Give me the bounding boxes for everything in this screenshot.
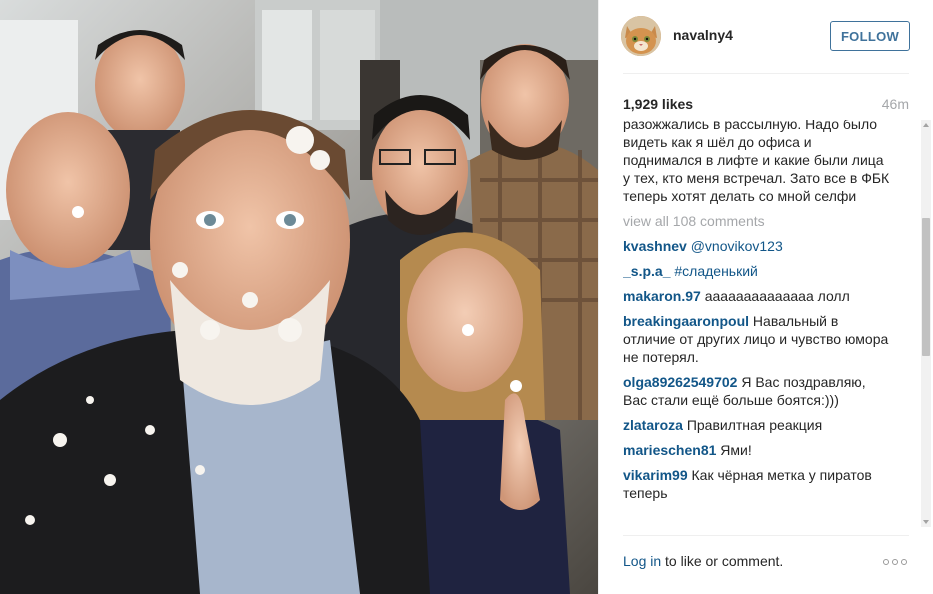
comment-item: makaron.97 аааааааааааааа лолл — [623, 287, 893, 305]
comment-item: olga89262549702 Я Вас поздравляю, Вас ст… — [623, 373, 893, 409]
more-options-icon[interactable] — [883, 555, 909, 569]
likes-count[interactable]: 1,929 likes — [623, 96, 693, 112]
more-dot — [883, 559, 889, 565]
comment-username[interactable]: zlataroza — [623, 417, 683, 433]
login-link[interactable]: Log in — [623, 553, 661, 569]
comment-item: _s.p.a_ #сладенький — [623, 262, 893, 280]
more-dot — [901, 559, 907, 565]
comment-item: breakingaaronpoul Навальный в отличие от… — [623, 312, 893, 366]
post-footer: Log in to like or comment. — [623, 553, 909, 571]
post-photo[interactable] — [0, 0, 598, 594]
post-caption: разожжались в рассылную. Надо было видет… — [623, 120, 890, 204]
follow-button[interactable]: FOLLOW — [830, 21, 910, 51]
comment-username[interactable]: breakingaaronpoul — [623, 313, 749, 329]
comment-text: Правилтная реакция — [686, 417, 823, 433]
likes-row: 1,929 likes 46m — [623, 96, 909, 114]
comment-username[interactable]: marieschen81 — [623, 442, 716, 458]
username[interactable]: navalny4 — [673, 27, 733, 43]
comment-text[interactable]: #сладенький — [674, 263, 758, 279]
comment-text: аааааааааааааа лолл — [704, 288, 850, 304]
scroll-up-arrow-icon[interactable] — [923, 123, 929, 127]
comment-text: Ями! — [720, 442, 752, 458]
comment-username[interactable]: makaron.97 — [623, 288, 701, 304]
post-panel: navalny4 FOLLOW 1,929 likes 46m разожжал… — [598, 0, 933, 594]
scroll-down-arrow-icon[interactable] — [923, 520, 929, 524]
comment-username[interactable]: olga89262549702 — [623, 374, 737, 390]
post-header: navalny4 FOLLOW — [599, 0, 933, 73]
login-prompt-text: to like or comment. — [661, 553, 784, 569]
cat-avatar-icon — [621, 16, 661, 56]
cat-avatar[interactable] — [621, 16, 661, 56]
comment-item: marieschen81 Ями! — [623, 441, 893, 459]
scroll-thumb[interactable] — [922, 218, 930, 356]
post-time[interactable]: 46m — [882, 96, 909, 112]
comment-username[interactable]: vikarim99 — [623, 467, 688, 483]
header-divider — [623, 73, 909, 74]
comments-scrollbar[interactable] — [921, 120, 931, 527]
comment-text[interactable]: @vnovikov123 — [691, 238, 783, 254]
comment-item: vikarim99 Как чёрная метка у пиратов теп… — [623, 466, 893, 502]
comments-list[interactable]: разожжались в рассылную. Надо было видет… — [623, 120, 919, 527]
view-all-comments-link[interactable]: view all 108 comments — [623, 212, 893, 230]
comment-username[interactable]: _s.p.a_ — [623, 263, 670, 279]
more-dot — [892, 559, 898, 565]
comment-username[interactable]: kvashnev — [623, 238, 687, 254]
comment-item: kvashnev @vnovikov123 — [623, 237, 893, 255]
comments-content: разожжались в рассылную. Надо было видет… — [623, 120, 893, 509]
comment-items: kvashnev @vnovikov123 _s.p.a_ #сладенький… — [623, 237, 893, 502]
comment-item: zlataroza Правилтная реакция — [623, 416, 893, 434]
footer-divider — [623, 535, 909, 536]
selfie-photo — [0, 0, 598, 594]
